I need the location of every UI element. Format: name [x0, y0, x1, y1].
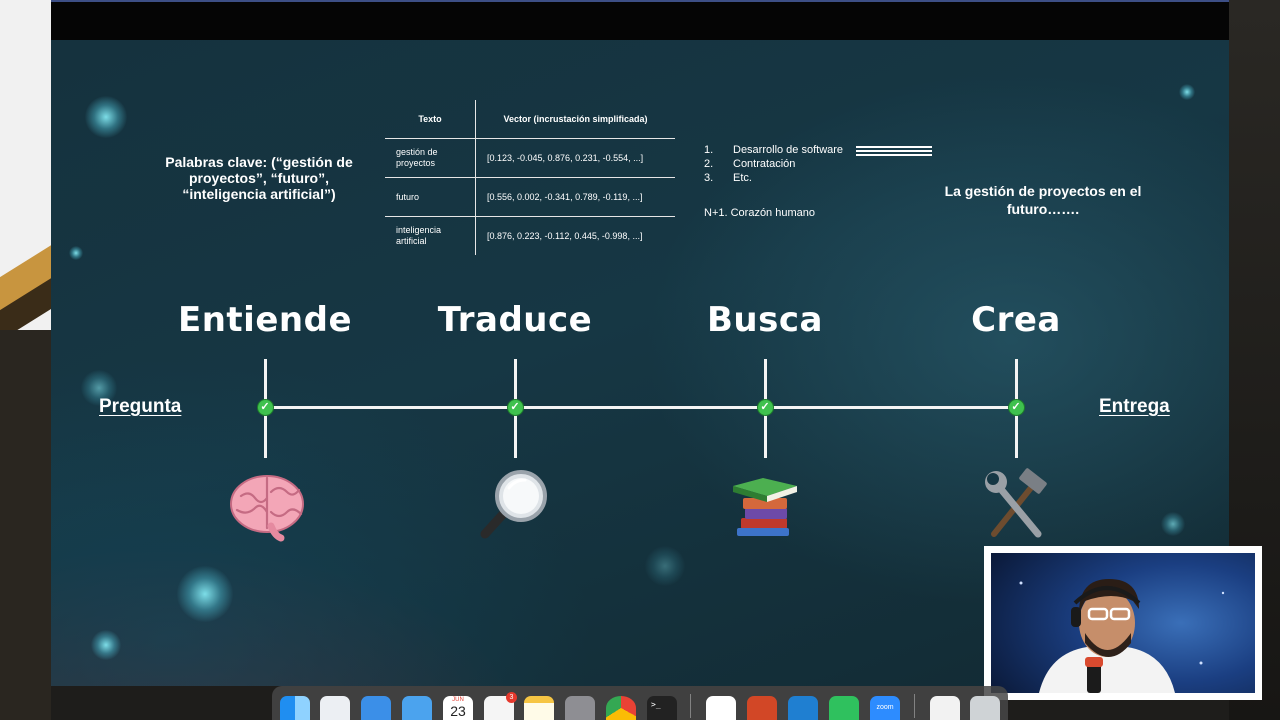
- chrome-icon[interactable]: [606, 696, 636, 720]
- future-text: La gestión de proyectos en el futuro…….: [944, 183, 1142, 217]
- glow-orb: [1161, 512, 1185, 536]
- list-text: Desarrollo de software: [733, 144, 844, 156]
- whatsapp-icon[interactable]: [829, 696, 859, 720]
- check-mark-icon: ✓: [1007, 399, 1025, 416]
- glow-orb: [645, 546, 685, 586]
- desktop-background-left: [0, 0, 51, 720]
- check-mark-icon: ✓: [256, 399, 274, 416]
- list-number: 3.: [704, 172, 714, 184]
- list-extra-item: N+1. Corazón humano: [704, 207, 815, 219]
- table-header: Vector (incrustación simplificada): [475, 100, 675, 139]
- reminders-icon[interactable]: 3: [484, 692, 517, 720]
- terminal-prompt: >_: [651, 700, 661, 709]
- table-row: inteligencia artificial [0.876, 0.223, -…: [385, 216, 675, 255]
- hammer-wrench-icon: [985, 468, 1047, 538]
- finder-icon[interactable]: [280, 696, 310, 720]
- table-header-row: Texto Vector (incrustación simplificada): [385, 100, 675, 139]
- timeline-line: [264, 406, 1016, 409]
- notification-badge: 3: [506, 692, 517, 703]
- glow-orb: [85, 96, 127, 138]
- glow-orb: [177, 566, 233, 622]
- step-title-traduce: Traduce: [437, 300, 593, 340]
- webcam-feed: [991, 553, 1255, 693]
- list-item: 3. Etc.: [704, 171, 843, 185]
- table-cell-text: inteligencia artificial: [385, 216, 476, 255]
- numbered-list: 1. Desarrollo de software 2. Contratación …: [704, 143, 843, 220]
- powerpoint-icon[interactable]: [747, 696, 777, 720]
- table-cell-vector: [0.556, 0.002, -0.341, 0.789, -0.119, ..…: [475, 177, 675, 217]
- table-cell-vector: [0.876, 0.223, -0.112, 0.445, -0.998, ..…: [487, 230, 643, 241]
- glow-orb: [1179, 84, 1195, 100]
- terminal-icon[interactable]: >_: [647, 696, 677, 720]
- list-item: 1. Desarrollo de software: [704, 143, 843, 157]
- magnifying-glass-icon: [480, 470, 547, 539]
- step-title-busca: Busca: [707, 300, 823, 340]
- document-icon[interactable]: [930, 696, 960, 720]
- mail-icon[interactable]: [402, 696, 432, 720]
- zoom-label: zoom: [876, 704, 894, 711]
- webcam-overlay: [984, 546, 1262, 700]
- check-mark-icon: ✓: [506, 399, 524, 416]
- presentation-top-bar: [51, 0, 1229, 40]
- table-cell-text: gestión de proyectos: [385, 138, 476, 178]
- table-cell-vector: [0.123, -0.045, 0.876, 0.231, -0.554, ..…: [475, 138, 675, 178]
- check-mark-icon: ✓: [756, 399, 774, 416]
- dock-separator: [914, 694, 915, 718]
- notes-icon[interactable]: [524, 696, 554, 720]
- chatgpt-icon[interactable]: [706, 696, 736, 720]
- calendar-day: 23: [450, 703, 466, 719]
- glow-orb: [91, 630, 121, 660]
- table-row: futuro [0.556, 0.002, -0.341, 0.789, -0.…: [385, 177, 675, 217]
- calendar-icon[interactable]: JUN 23: [443, 696, 473, 720]
- safari-icon[interactable]: [361, 696, 391, 720]
- dock-separator: [690, 694, 691, 718]
- equals-lines-icon: [856, 146, 932, 159]
- zoom-icon[interactable]: zoom: [870, 696, 900, 720]
- system-settings-icon[interactable]: [565, 696, 595, 720]
- presenter-avatar: [1019, 579, 1225, 693]
- brain-icon: [230, 475, 304, 542]
- glow-orb: [69, 246, 83, 260]
- vscode-icon[interactable]: [788, 696, 818, 720]
- list-item: 2. Contratación: [704, 157, 843, 171]
- decor-panel: [0, 330, 51, 720]
- table-header: Texto: [385, 100, 476, 139]
- table-cell-text: futuro: [385, 177, 476, 217]
- list-number: 2.: [704, 158, 714, 170]
- trash-icon[interactable]: [970, 696, 1000, 720]
- timeline-end-label: Entrega: [1099, 396, 1170, 417]
- list-text: Etc.: [733, 172, 752, 184]
- books-icon: [733, 478, 797, 536]
- keywords-text: Palabras clave: (“gestión de proyectos”,…: [165, 154, 353, 202]
- table-row: gestión de proyectos [0.123, -0.045, 0.8…: [385, 138, 675, 178]
- step-title-crea: Crea: [971, 300, 1061, 340]
- list-number: 1.: [704, 144, 714, 156]
- timeline-start-label: Pregunta: [99, 396, 182, 417]
- step-title-entiende: Entiende: [178, 300, 352, 340]
- list-text: Contratación: [733, 158, 796, 170]
- macos-dock: JUN 23 3 >_ zoom: [272, 686, 1008, 720]
- launchpad-icon[interactable]: [320, 696, 350, 720]
- embedding-table: Texto Vector (incrustación simplificada)…: [385, 100, 675, 255]
